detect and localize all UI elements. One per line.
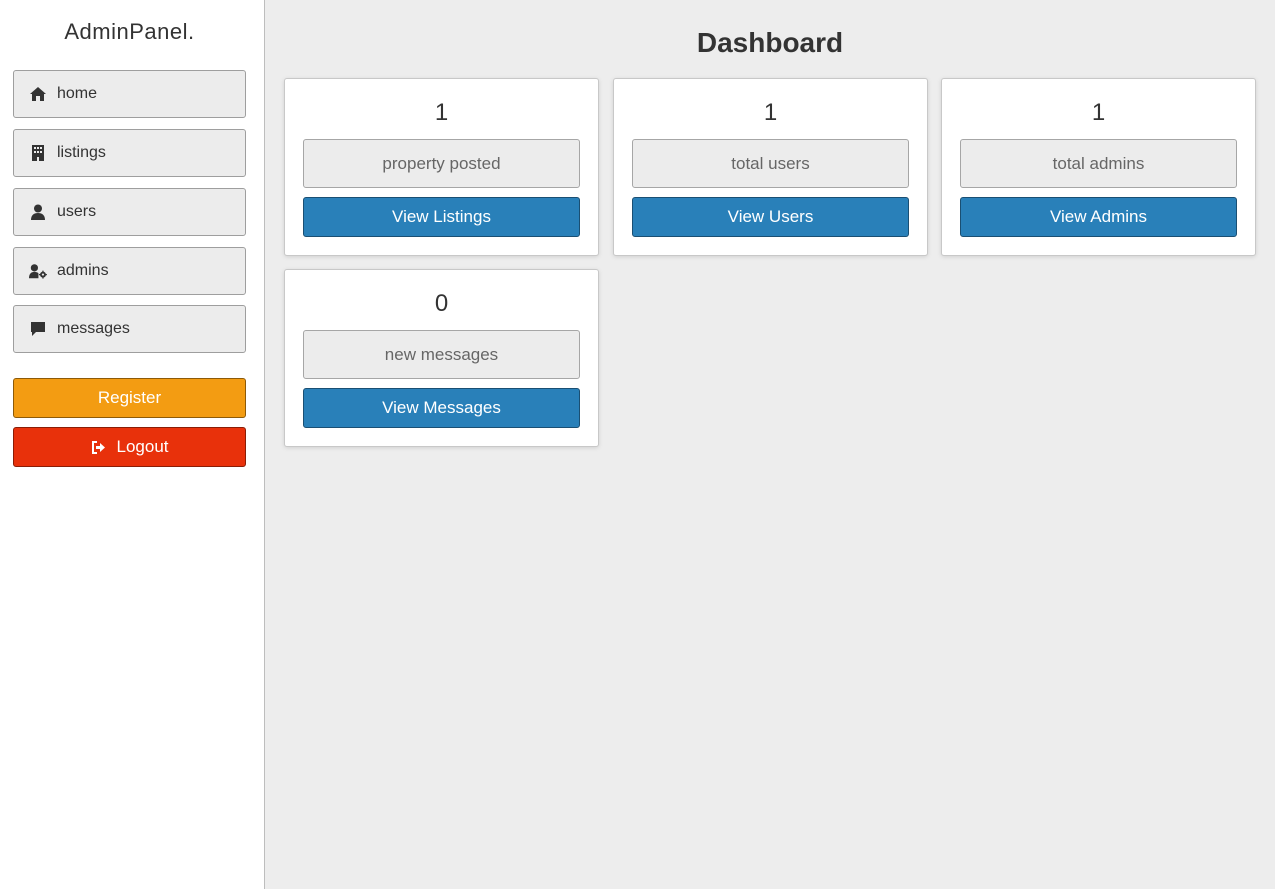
sidebar-item-label: users <box>57 203 97 220</box>
stat-count: 1 <box>763 99 778 126</box>
home-icon <box>29 85 47 103</box>
user-icon <box>29 203 47 221</box>
sidebar-item-label: admins <box>57 262 109 279</box>
brand-logo: AdminPanel. <box>64 19 195 44</box>
sidebar-item-users[interactable]: users <box>13 188 246 236</box>
sidebar-item-label: messages <box>57 320 130 337</box>
stat-card-listings: 1 property posted View Listings <box>284 78 599 256</box>
sidebar-item-messages[interactable]: messages <box>13 305 246 353</box>
view-messages-button[interactable]: View Messages <box>303 388 580 428</box>
sidebar-item-label: listings <box>57 144 106 161</box>
sidebar-item-admins[interactable]: admins <box>13 247 246 295</box>
stat-card-messages: 0 new messages View Messages <box>284 269 599 447</box>
page-title: Dashboard <box>696 27 844 58</box>
view-users-button[interactable]: View Users <box>632 197 909 237</box>
stat-count: 1 <box>1091 99 1106 126</box>
stat-card-users: 1 total users View Users <box>613 78 928 256</box>
stat-label: total users <box>632 139 909 188</box>
sidebar-item-label: home <box>57 85 98 102</box>
building-icon <box>29 144 47 162</box>
sign-out-icon <box>91 440 105 454</box>
logout-button[interactable]: Logout <box>13 427 246 467</box>
register-button[interactable]: Register <box>13 378 246 418</box>
sidebar-item-listings[interactable]: listings <box>13 129 246 177</box>
sidebar: AdminPanel. home listings users admins m… <box>0 0 265 889</box>
view-admins-button[interactable]: View Admins <box>960 197 1237 237</box>
stat-label: new messages <box>303 330 580 379</box>
stat-count: 0 <box>434 290 449 317</box>
stat-count: 1 <box>434 99 449 126</box>
stat-label: total admins <box>960 139 1237 188</box>
comment-icon <box>29 320 47 338</box>
logout-label: Logout <box>116 437 169 456</box>
stat-card-admins: 1 total admins View Admins <box>941 78 1256 256</box>
stat-label: property posted <box>303 139 580 188</box>
sidebar-item-home[interactable]: home <box>13 70 246 118</box>
view-listings-button[interactable]: View Listings <box>303 197 580 237</box>
user-gear-icon <box>29 262 47 280</box>
